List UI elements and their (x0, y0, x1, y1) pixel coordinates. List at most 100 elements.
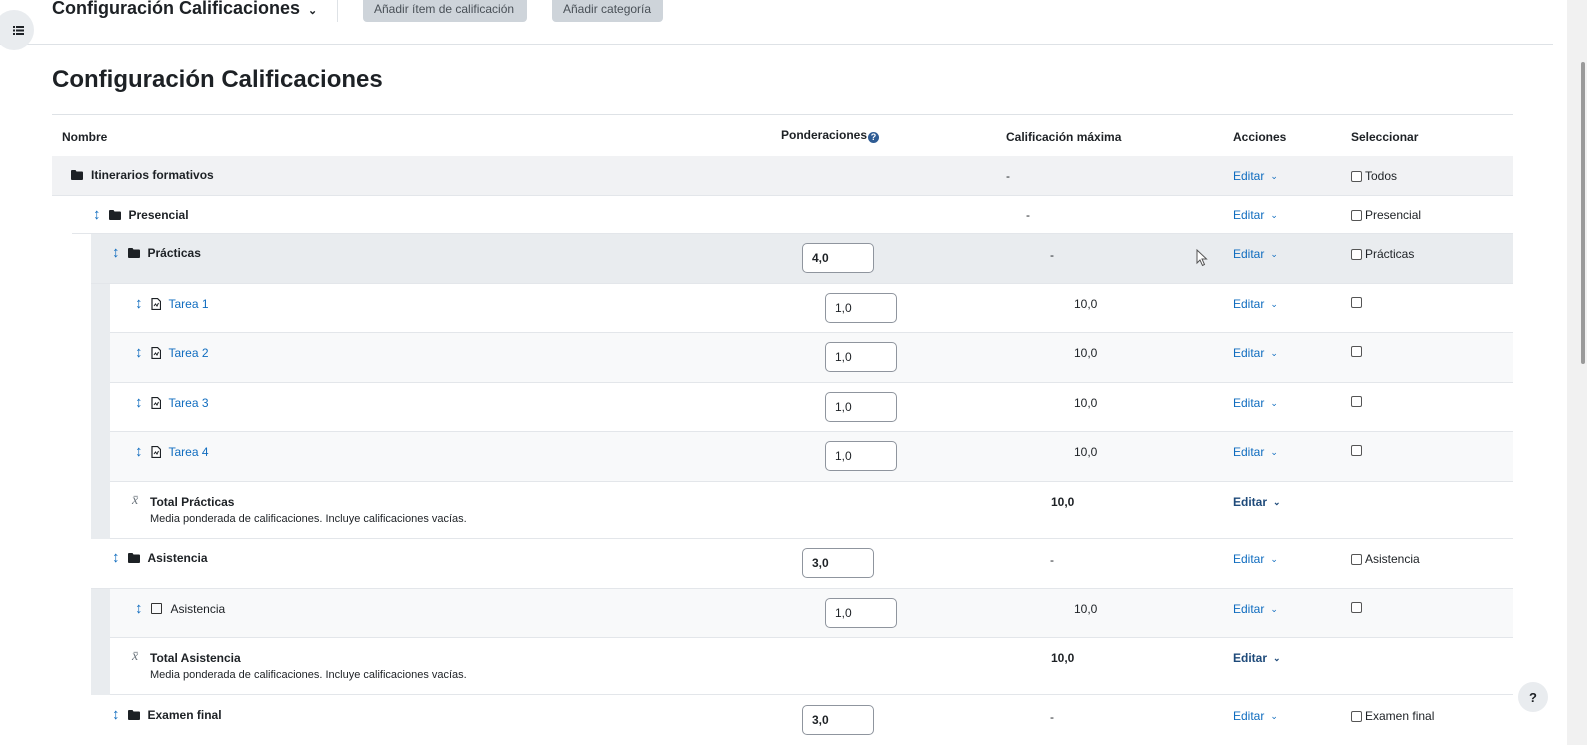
grade-item-link[interactable]: Tarea 1 (169, 297, 209, 311)
edit-menu[interactable]: Editar ⌄ (1233, 495, 1281, 509)
heading-selector-label: Configuración Calificaciones (52, 0, 301, 18)
checkbox[interactable] (1351, 553, 1362, 565)
checkbox[interactable] (1351, 396, 1362, 407)
toolbar-divider (337, 0, 338, 22)
weight-input[interactable] (825, 598, 897, 628)
table-row: ↕ Tarea 4 10,0 Editar ⌄ (110, 432, 1513, 482)
grade-item-link[interactable]: Tarea 3 (169, 396, 209, 410)
weight-input[interactable] (825, 392, 897, 422)
select-label: Presencial (1365, 208, 1422, 222)
checkbox[interactable] (1351, 445, 1362, 456)
assignment-icon (150, 396, 161, 409)
aggregation-icon: x̄ (132, 649, 139, 664)
edit-menu[interactable]: Editar ⌄ (1233, 445, 1278, 459)
row-name: ↕ Tarea 1 (135, 296, 209, 311)
chevron-down-icon: ⌄ (1273, 652, 1281, 663)
weight-input[interactable] (825, 342, 897, 372)
edit-menu[interactable]: Editar ⌄ (1233, 602, 1278, 616)
category-name: Presencial (128, 207, 189, 222)
move-icon[interactable]: ↕ (135, 395, 143, 410)
select-checkbox[interactable] (1351, 297, 1362, 308)
weight-input[interactable] (825, 293, 897, 323)
help-button[interactable]: ? (1518, 682, 1548, 712)
select-checkbox[interactable] (1351, 396, 1362, 407)
edit-menu[interactable]: Editar ⌄ (1233, 346, 1278, 360)
move-icon[interactable]: ↕ (135, 345, 143, 360)
table-row: ↕ Examen final - Editar ⌄ Examen final (91, 695, 1513, 745)
checkbox[interactable] (1351, 710, 1362, 722)
help-icon[interactable]: ? (868, 131, 880, 143)
page-title: Configuración Calificaciones (52, 66, 383, 93)
select-checkbox[interactable] (1351, 346, 1362, 357)
folder-icon (127, 247, 140, 258)
edit-label: Editar (1233, 396, 1265, 410)
column-header-weights-label: Ponderaciones (781, 128, 868, 142)
chevron-down-icon: ⌄ (1270, 553, 1278, 564)
select-checkbox[interactable]: Todos (1351, 169, 1397, 183)
page-scrollbar[interactable] (1567, 0, 1587, 745)
move-icon[interactable]: ↕ (135, 444, 143, 459)
move-icon[interactable]: ↕ (112, 245, 120, 260)
edit-menu[interactable]: Editar ⌄ (1233, 169, 1278, 183)
aggregation-icon: x̄ (132, 493, 139, 508)
column-header-weights: Ponderaciones? (781, 128, 880, 143)
chevron-down-icon: ⌄ (1270, 347, 1278, 358)
move-icon[interactable]: ↕ (112, 707, 120, 722)
weight-input[interactable] (802, 705, 874, 735)
checkbox[interactable] (1351, 297, 1362, 308)
edit-menu[interactable]: Editar ⌄ (1233, 208, 1278, 222)
checkbox[interactable] (1351, 602, 1362, 613)
edit-menu[interactable]: Editar ⌄ (1233, 651, 1281, 665)
top-bar: Configuración Calificaciones ⌄ Añadir ít… (0, 0, 1553, 45)
scrollbar-thumb[interactable] (1581, 62, 1585, 364)
move-icon[interactable]: ↕ (93, 207, 101, 222)
move-icon[interactable]: ↕ (135, 601, 143, 616)
edit-menu[interactable]: Editar ⌄ (1233, 297, 1278, 311)
move-icon[interactable]: ↕ (112, 550, 120, 565)
max-grade: - (1050, 710, 1054, 724)
edit-label: Editar (1233, 495, 1268, 509)
move-icon[interactable]: ↕ (135, 296, 143, 311)
select-checkbox[interactable] (1351, 445, 1362, 456)
select-checkbox[interactable]: Examen final (1351, 709, 1434, 723)
add-category-button[interactable]: Añadir categoría (552, 0, 663, 22)
checkbox[interactable] (1351, 346, 1362, 357)
grade-item-link[interactable]: Tarea 4 (169, 445, 209, 459)
checkbox[interactable] (1351, 170, 1362, 182)
edit-menu[interactable]: Editar ⌄ (1233, 709, 1278, 723)
checkbox[interactable] (1351, 248, 1362, 260)
chevron-down-icon: ⌄ (1270, 603, 1278, 614)
category-name: Prácticas (147, 245, 201, 260)
checkbox[interactable] (1351, 209, 1362, 221)
category-name: Itinerarios formativos (91, 168, 214, 182)
category-indent-band (91, 589, 110, 695)
select-checkbox[interactable]: Presencial (1351, 208, 1421, 222)
total-name: Total Prácticas (150, 495, 235, 509)
table-row: ↕ Asistencia 10,0 Editar ⌄ (110, 589, 1513, 638)
add-grade-item-button[interactable]: Añadir ítem de calificación (363, 0, 527, 22)
table-row: ↕ Tarea 3 10,0 Editar ⌄ (110, 383, 1513, 432)
edit-label: Editar (1233, 445, 1265, 459)
row-name: ↕ Asistencia (112, 550, 208, 565)
weight-input[interactable] (802, 243, 874, 273)
select-checkbox[interactable]: Asistencia (1351, 552, 1420, 566)
edit-menu[interactable]: Editar ⌄ (1233, 247, 1278, 261)
weight-input[interactable] (802, 548, 874, 578)
edit-menu[interactable]: Editar ⌄ (1233, 396, 1278, 410)
grade-item-name[interactable]: Asistencia (171, 602, 226, 616)
max-grade: 10,0 (1074, 396, 1098, 410)
row-name: ↕ Tarea 3 (135, 395, 209, 410)
grade-item-link[interactable]: Tarea 2 (169, 346, 209, 360)
select-checkbox[interactable]: Prácticas (1351, 247, 1414, 261)
edit-menu[interactable]: Editar ⌄ (1233, 552, 1278, 566)
max-grade: 10,0 (1051, 651, 1075, 665)
table-row: ↕ Asistencia - Editar ⌄ Asistencia (91, 539, 1513, 589)
edit-label: Editar (1233, 346, 1265, 360)
row-name: ↕ Examen final (112, 707, 222, 722)
weight-input[interactable] (825, 441, 897, 471)
folder-icon (108, 209, 121, 220)
max-grade: - (1050, 553, 1054, 567)
grade-report-selector[interactable]: Configuración Calificaciones ⌄ (52, 0, 317, 19)
chevron-down-icon: ⌄ (1270, 397, 1278, 408)
select-checkbox[interactable] (1351, 602, 1362, 613)
